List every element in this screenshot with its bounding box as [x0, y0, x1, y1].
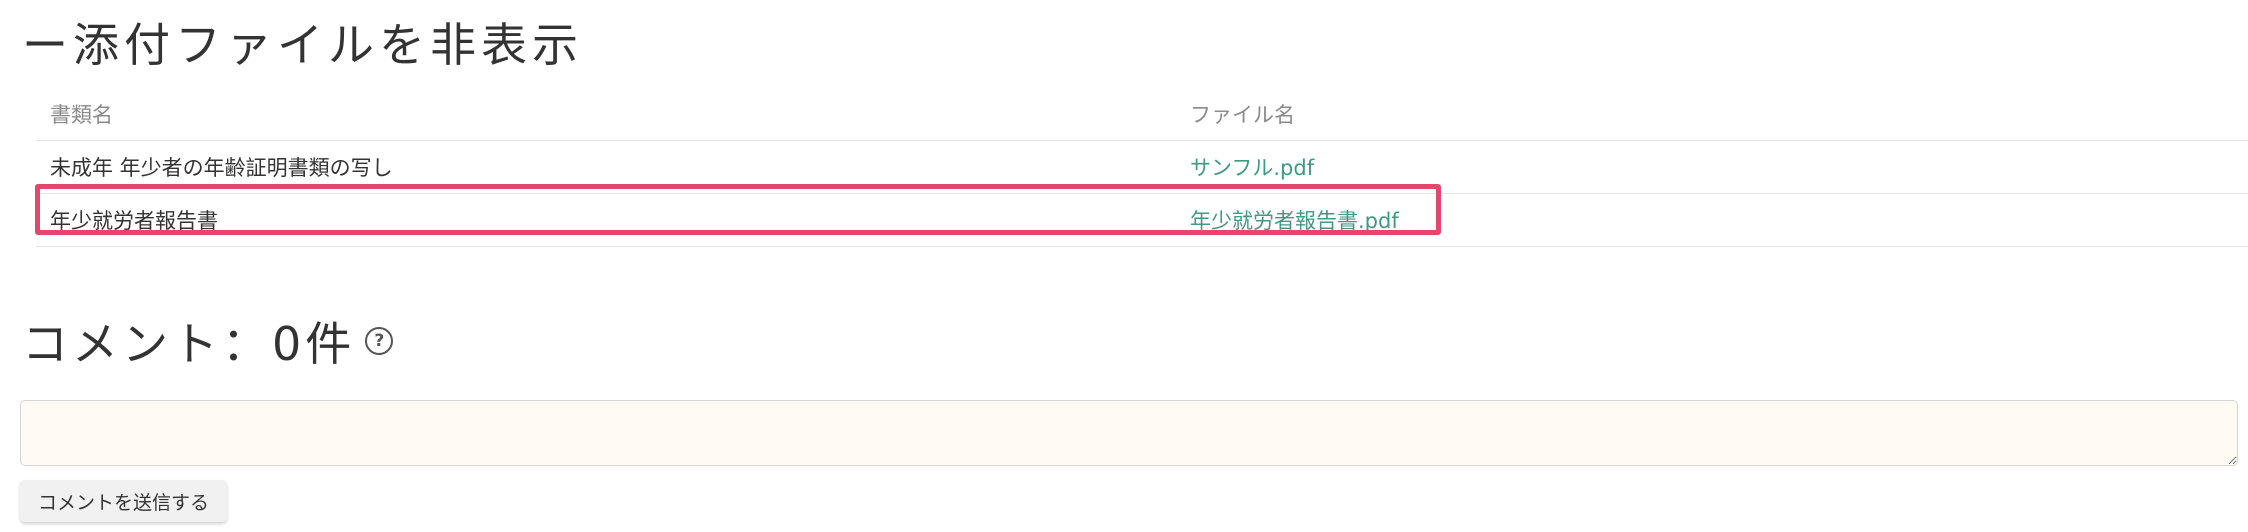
attachments-table: 書類名 ファイル名 未成年 年少者の年齢証明書類の写し サンフル.pdf 年少就… [36, 88, 2248, 247]
submit-comment-button[interactable]: コメントを送信する [20, 480, 228, 522]
comment-input[interactable] [20, 400, 2238, 466]
comments-heading: コメント：0件 ? [22, 306, 394, 376]
file-name-cell: 年少就労者報告書.pdf [1190, 194, 1399, 246]
column-header-document-name: 書類名 [50, 103, 113, 127]
document-name-cell: 未成年 年少者の年齢証明書類の写し [50, 156, 393, 180]
table-row: 未成年 年少者の年齢証明書類の写し サンフル.pdf [36, 140, 2248, 193]
hide-attachments-toggle[interactable]: ー添付ファイルを非表示 [22, 8, 583, 76]
table-header-row: 書類名 ファイル名 [36, 88, 2248, 140]
file-download-link[interactable]: 年少就労者報告書.pdf [1190, 205, 1399, 235]
table-row: 年少就労者報告書 年少就労者報告書.pdf [36, 193, 2248, 247]
comments-title: コメント：0件 [22, 317, 356, 371]
question-circle-icon[interactable]: ? [365, 327, 394, 355]
file-name-cell: サンフル.pdf [1190, 141, 1314, 193]
column-header-file-name: ファイル名 [1190, 103, 1295, 127]
document-name-cell: 年少就労者報告書 [50, 209, 218, 233]
file-download-link[interactable]: サンフル.pdf [1190, 152, 1314, 182]
